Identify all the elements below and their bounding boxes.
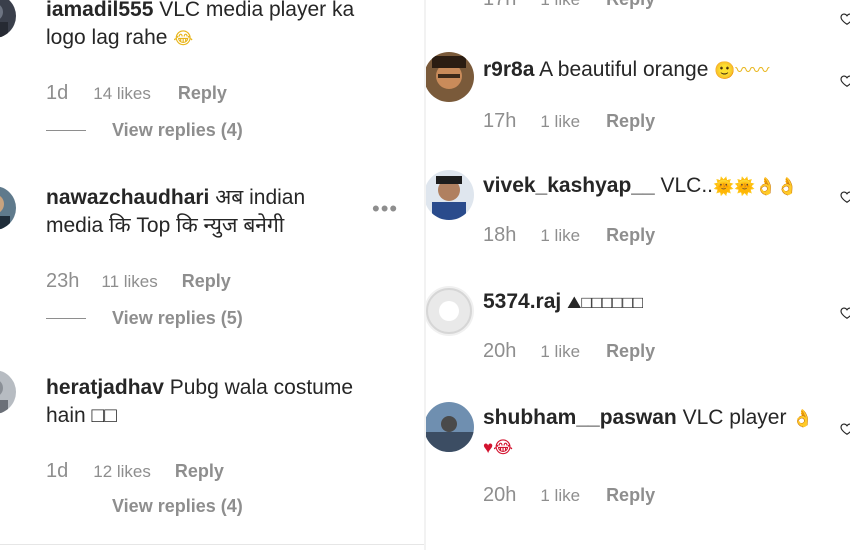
comment-likes[interactable]: 11 likes	[101, 272, 157, 292]
comment-username[interactable]: nawazchaudhari	[46, 186, 209, 209]
comment-time[interactable]: 17h	[483, 110, 516, 133]
reply-button[interactable]: Reply	[606, 0, 655, 10]
heart-icon[interactable]	[840, 190, 850, 204]
comment-item: heratjadhav Pubg wala costume hain □□ 1d…	[0, 370, 424, 540]
comment-time[interactable]: 20h	[483, 484, 516, 507]
emoji: 😂	[173, 29, 194, 48]
heart-icon[interactable]	[840, 422, 850, 436]
comment-time[interactable]: 20h	[483, 340, 516, 363]
comment-item: r9r8a A beautiful orange 🙂〰〰 17h 1 like …	[426, 50, 850, 150]
heart-icon[interactable]	[840, 306, 850, 320]
avatar[interactable]	[426, 170, 474, 220]
comment-body: 5374.raj ⛰□□□□□□	[483, 288, 823, 317]
comment-meta: 23h 11 likes Reply	[46, 270, 231, 293]
comment-meta: 1d 14 likes Reply	[46, 82, 227, 105]
emoji: 👌	[792, 409, 814, 428]
comment-username[interactable]: 5374.raj	[483, 290, 561, 313]
emoji: 🙂〰〰	[714, 61, 770, 80]
comment-text: VLC player	[682, 406, 787, 429]
comment-body: nawazchaudhari अब indian media कि Top कि…	[46, 184, 366, 240]
comment-text: Pubg wala costume	[169, 376, 354, 399]
comment-time[interactable]: 1d	[46, 460, 68, 483]
avatar[interactable]	[0, 0, 16, 38]
comment-likes[interactable]: 1 like	[540, 0, 580, 10]
heart-icon[interactable]	[840, 12, 850, 26]
comment-meta: 20h 1 like Reply	[483, 484, 655, 507]
avatar[interactable]	[426, 402, 474, 452]
comment-text: VLC..	[660, 174, 714, 197]
comment-likes[interactable]: 12 likes	[93, 462, 151, 482]
comment-body: heratjadhav Pubg wala costume hain □□	[46, 374, 416, 430]
view-replies-line	[46, 318, 86, 319]
avatar[interactable]	[426, 286, 474, 336]
comment-likes[interactable]: 1 like	[540, 112, 580, 132]
reply-button[interactable]: Reply	[606, 485, 655, 506]
comment-item: 5374.raj ⛰□□□□□□ 20h 1 like Reply	[426, 282, 850, 382]
comment-item: shubham__paswan VLC player 👌 ♥😂 20h 1 li…	[426, 398, 850, 538]
comment-body: r9r8a A beautiful orange 🙂〰〰	[483, 56, 823, 85]
reply-button[interactable]: Reply	[606, 111, 655, 132]
comment-username[interactable]: iamadil555	[46, 0, 153, 21]
emoji: 🌞🌞👌👌	[713, 177, 798, 196]
reply-button[interactable]: Reply	[606, 341, 655, 362]
comment-text: hain □□	[46, 404, 117, 427]
view-replies-button[interactable]: View replies (5)	[46, 308, 243, 329]
divider	[0, 544, 424, 545]
comment-time[interactable]: 17h	[483, 0, 516, 11]
emoji: ⛰□□□□□□	[567, 293, 643, 312]
comment-likes[interactable]: 1 like	[540, 226, 580, 246]
comment-meta: 17h 1 like Reply	[483, 0, 655, 11]
comment-body: shubham__paswan VLC player 👌 ♥😂	[483, 404, 823, 462]
reply-button[interactable]: Reply	[175, 461, 224, 482]
view-replies-line	[46, 130, 86, 131]
comment-meta: 18h 1 like Reply	[483, 224, 655, 247]
heart-icon[interactable]	[840, 74, 850, 88]
comment-time[interactable]: 23h	[46, 270, 79, 293]
comment-text: media कि Top कि न्युज बनेगी	[46, 214, 285, 237]
comment-item: iamadil555 VLC media player ka logo lag …	[0, 0, 424, 150]
comment-item: nawazchaudhari अब indian media कि Top कि…	[0, 180, 424, 340]
comment-username[interactable]: r9r8a	[483, 58, 534, 81]
avatar[interactable]	[0, 370, 16, 414]
reply-button[interactable]: Reply	[178, 83, 227, 104]
comment-meta: 1d 12 likes Reply	[46, 460, 224, 483]
comment-time[interactable]: 1d	[46, 82, 68, 105]
view-replies-label: View replies (5)	[112, 308, 243, 328]
emoji: ♥😂	[483, 438, 513, 457]
avatar[interactable]	[0, 186, 16, 230]
comment-item: vivek_kashyap__ VLC..🌞🌞👌👌 18h 1 like Rep…	[426, 166, 850, 266]
comment-username[interactable]: vivek_kashyap__	[483, 174, 655, 197]
comment-likes[interactable]: 1 like	[540, 342, 580, 362]
comment-body: iamadil555 VLC media player ka logo lag …	[46, 0, 416, 53]
comment-body: vivek_kashyap__ VLC..🌞🌞👌👌	[483, 172, 823, 201]
comment-meta: 20h 1 like Reply	[483, 340, 655, 363]
reply-button[interactable]: Reply	[606, 225, 655, 246]
view-replies-button[interactable]: View replies (4)	[46, 120, 243, 141]
comment-meta: 17h 1 like Reply	[483, 110, 655, 133]
comment-likes[interactable]: 1 like	[540, 486, 580, 506]
comment-username[interactable]: shubham__paswan	[483, 406, 677, 429]
comment-text: A beautiful orange	[539, 58, 709, 81]
view-replies-button[interactable]: View replies (4)	[112, 496, 243, 517]
comments-panel-right: 17h 1 like Reply r9r8a A beautiful orang…	[426, 0, 850, 550]
view-replies-label: View replies (4)	[112, 120, 243, 140]
view-replies-label: View replies (4)	[112, 496, 243, 516]
reply-button[interactable]: Reply	[182, 271, 231, 292]
more-options-icon[interactable]: •••	[372, 196, 398, 222]
comment-text: logo lag rahe	[46, 26, 168, 49]
comment-text: अब indian	[215, 186, 306, 209]
comments-panel-left: iamadil555 VLC media player ka logo lag …	[0, 0, 424, 550]
comment-text: VLC media player ka	[159, 0, 355, 21]
comment-username[interactable]: heratjadhav	[46, 376, 164, 399]
comment-likes[interactable]: 14 likes	[93, 84, 151, 104]
comment-time[interactable]: 18h	[483, 224, 516, 247]
avatar[interactable]	[426, 52, 474, 102]
